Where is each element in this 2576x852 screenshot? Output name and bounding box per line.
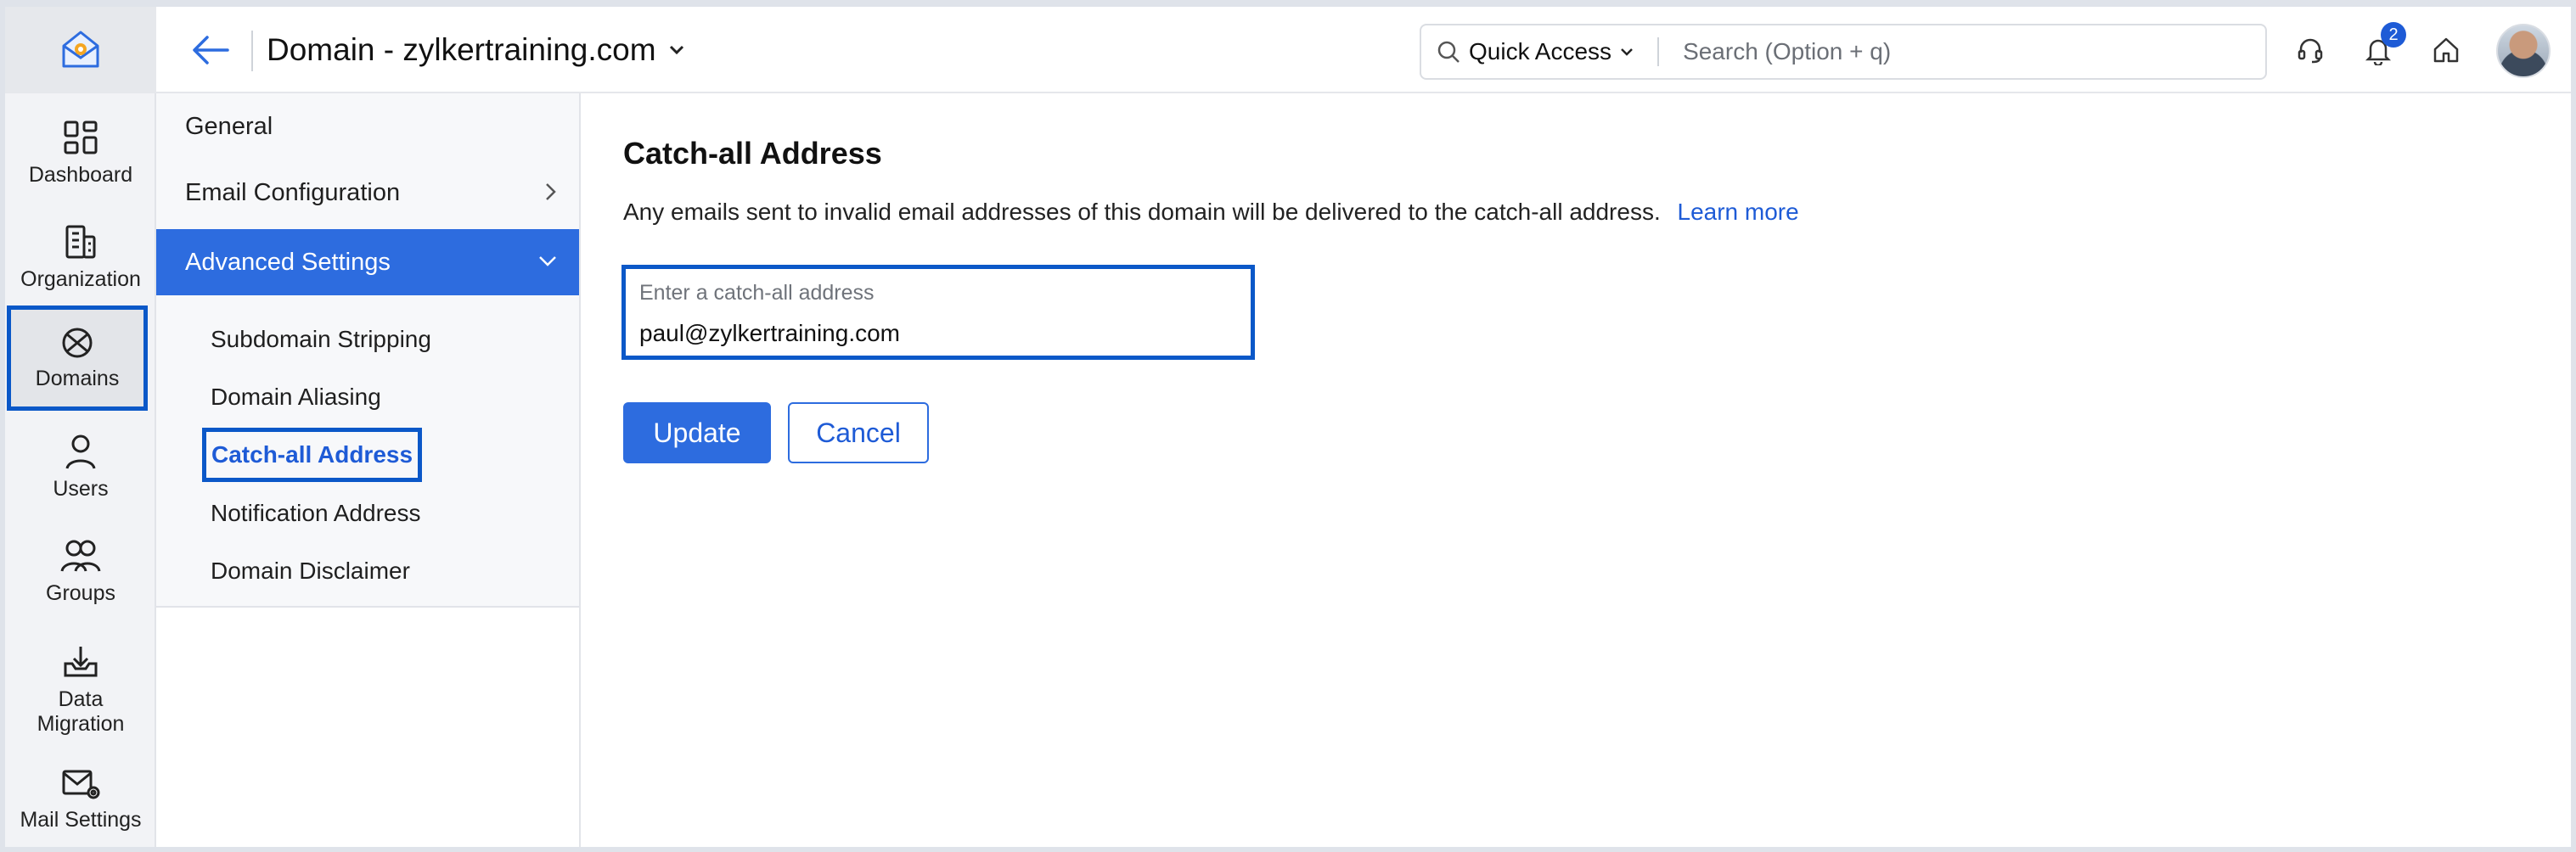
groups-icon — [60, 540, 101, 572]
domains-icon — [62, 328, 93, 357]
app-logo[interactable] — [5, 7, 156, 93]
catch-all-address-field[interactable]: Enter a catch-all address — [622, 265, 1255, 360]
home-button[interactable] — [2427, 31, 2466, 70]
rail-label: Users — [53, 476, 109, 501]
rail-label: Domains — [35, 366, 120, 390]
rail-label: Groups — [46, 580, 115, 605]
search-icon — [1437, 41, 1460, 63]
subnav-sublabel: Notification Address — [211, 500, 421, 526]
dashboard-icon — [64, 121, 98, 154]
rail-item-mail-settings[interactable]: Mail Settings — [5, 754, 156, 845]
rail-label: Mail Settings — [20, 807, 142, 832]
rail-label: Organization — [20, 266, 141, 291]
subnav-sublabel: Catch-all Address — [211, 441, 413, 468]
catch-all-address-input[interactable] — [639, 320, 1234, 347]
subnav-subitem-domain-aliasing[interactable]: Domain Aliasing — [204, 376, 388, 418]
chevron-down-icon — [1621, 48, 1633, 56]
rail-item-data-migration[interactable]: Data Migration — [5, 631, 156, 749]
users-icon — [65, 434, 96, 469]
rail-item-organization[interactable]: Organization — [5, 205, 156, 310]
search-input[interactable] — [1683, 38, 2159, 65]
chevron-right-icon — [546, 183, 556, 200]
section-description: Any emails sent to invalid email address… — [623, 199, 1799, 226]
quick-access-dropdown[interactable]: Quick Access — [1421, 38, 1634, 65]
left-rail: Dashboard Organization Domains Users Gro… — [5, 7, 156, 847]
avatar[interactable] — [2496, 24, 2551, 78]
support-button[interactable] — [2291, 31, 2330, 70]
notification-badge: 2 — [2381, 22, 2406, 48]
update-button[interactable]: Update — [623, 402, 771, 463]
subnav-subitem-catch-all-address[interactable]: Catch-all Address — [202, 428, 423, 482]
section-title: Catch-all Address — [623, 136, 882, 171]
mail-admin-logo-icon — [62, 31, 99, 68]
subnav-label: Advanced Settings — [185, 248, 391, 276]
subnav-subitem-subdomain-stripping[interactable]: Subdomain Stripping — [204, 318, 438, 361]
back-button[interactable] — [190, 32, 231, 68]
subnav-item-advanced-settings[interactable]: Advanced Settings — [156, 229, 579, 295]
rail-item-dashboard[interactable]: Dashboard — [5, 100, 156, 205]
mail-settings-icon — [62, 770, 100, 799]
app-window: Dashboard Organization Domains Users Gro… — [5, 7, 2571, 847]
title-divider — [251, 31, 253, 71]
page-title: Domain - zylkertraining.com — [267, 32, 656, 67]
main-content: Catch-all Address Any emails sent to inv… — [582, 93, 2571, 847]
settings-subnav: General Email Configuration Advanced Set… — [156, 93, 581, 608]
subnav-subitem-notification-address[interactable]: Notification Address — [204, 492, 427, 535]
rail-label: Dashboard — [28, 162, 133, 187]
rail-item-users[interactable]: Users — [5, 414, 156, 519]
subnav-sublabel: Domain Aliasing — [211, 384, 381, 410]
rail-label: Data Migration — [37, 687, 125, 736]
subnav-label: General — [185, 112, 273, 140]
top-bar: Domain - zylkertraining.com Quick Access — [156, 7, 2571, 93]
field-label: Enter a catch-all address — [639, 281, 875, 305]
data-migration-icon — [64, 647, 98, 677]
subnav-item-email-configuration[interactable]: Email Configuration — [156, 160, 579, 226]
subnav-item-general[interactable]: General — [156, 93, 579, 160]
subnav-empty-area — [156, 608, 581, 847]
quick-access-label: Quick Access — [1469, 38, 1612, 64]
rail-item-groups[interactable]: Groups — [5, 518, 156, 624]
domain-selector[interactable]: Domain - zylkertraining.com — [267, 32, 685, 68]
home-icon — [2433, 37, 2459, 63]
chevron-down-icon — [669, 45, 683, 55]
subnav-label: Email Configuration — [185, 178, 401, 206]
subnav-sublabel: Domain Disclaimer — [211, 558, 410, 584]
subnav-subitem-domain-disclaimer[interactable]: Domain Disclaimer — [204, 550, 417, 592]
learn-more-link[interactable]: Learn more — [1678, 199, 1799, 225]
cancel-button[interactable]: Cancel — [788, 402, 929, 463]
subnav-sublabel: Subdomain Stripping — [211, 326, 431, 352]
back-arrow-icon — [193, 36, 229, 64]
search-bar: Quick Access — [1420, 24, 2267, 80]
description-text: Any emails sent to invalid email address… — [623, 199, 1661, 225]
notifications-button[interactable]: 2 — [2359, 22, 2406, 70]
rail-item-domains[interactable]: Domains — [7, 305, 148, 411]
organization-icon — [65, 225, 96, 258]
chevron-down-icon — [539, 256, 556, 266]
search-divider — [1657, 37, 1660, 66]
headset-icon — [2298, 38, 2323, 64]
